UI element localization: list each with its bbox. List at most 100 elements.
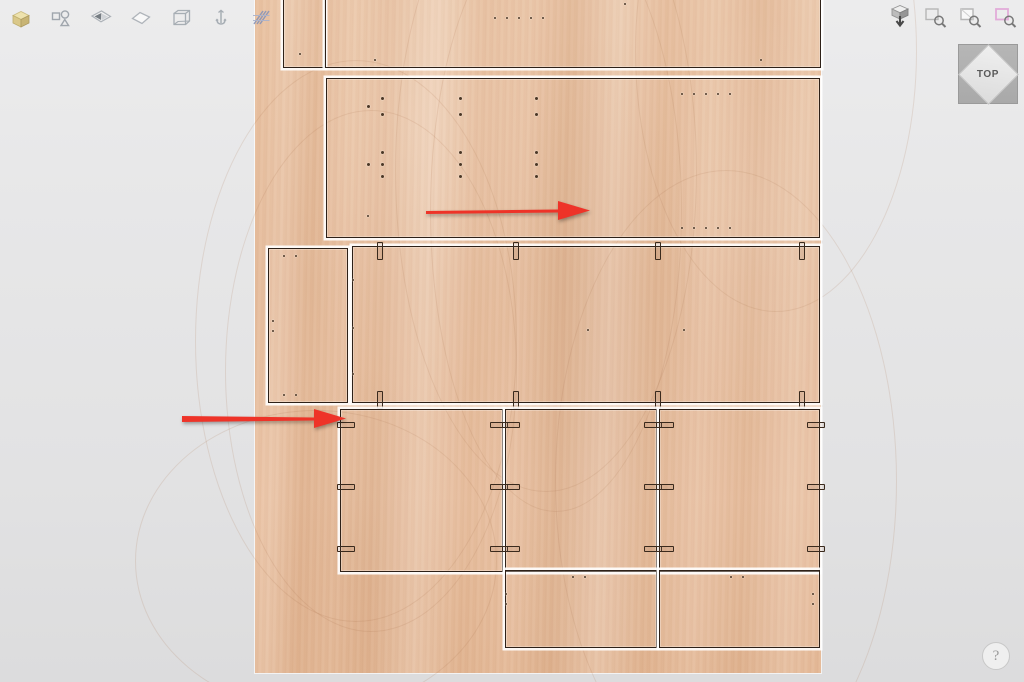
drill-hole	[812, 593, 815, 596]
drill-hole	[352, 327, 355, 330]
drill-hole	[705, 93, 708, 96]
drill-hole	[693, 93, 696, 96]
part-top-wide-panel[interactable]	[325, 0, 821, 68]
joint-slot	[377, 391, 383, 409]
drill-hole	[381, 113, 384, 116]
drill-hole	[381, 97, 384, 100]
material-swatch-icon[interactable]	[88, 6, 114, 32]
drill-hole	[683, 329, 686, 332]
layers-icon[interactable]	[248, 6, 274, 32]
drill-hole	[283, 255, 286, 258]
anchor-icon[interactable]	[208, 6, 234, 32]
drill-hole	[812, 603, 815, 606]
part-lower-side-a[interactable]	[337, 409, 508, 572]
part-mid-left-door[interactable]	[268, 248, 348, 403]
left-toolbar[interactable]	[0, 0, 284, 39]
joint-slot	[502, 546, 520, 552]
drill-hole	[535, 163, 538, 166]
drill-hole	[352, 373, 355, 376]
drill-hole	[742, 576, 745, 579]
joint-slot	[656, 422, 674, 428]
part-mid-wide-shelf[interactable]	[352, 242, 820, 409]
part-lower-side-b[interactable]	[502, 409, 662, 572]
drill-hole	[681, 93, 684, 96]
view-orientation-cube[interactable]: TOP	[957, 43, 1019, 105]
drill-hole	[587, 329, 590, 332]
joint-slot	[337, 422, 355, 428]
drill-hole	[367, 105, 370, 108]
drill-hole	[283, 394, 286, 397]
part-upper-long-panel[interactable]	[326, 78, 820, 238]
joint-slot	[807, 484, 825, 490]
wireframe-cube-icon[interactable]	[168, 6, 194, 32]
drill-hole	[295, 394, 298, 397]
zoom-selection-icon[interactable]	[992, 4, 1018, 30]
cad-viewport[interactable]: TOP ?	[0, 0, 1024, 682]
drill-hole	[505, 603, 508, 606]
part-bottom-panel-a[interactable]	[505, 570, 657, 648]
drill-hole	[459, 113, 462, 116]
drill-hole	[506, 17, 509, 20]
drill-hole	[505, 593, 508, 596]
joint-slot	[807, 546, 825, 552]
view-cube-label: TOP	[976, 68, 1000, 80]
joint-slot	[799, 242, 805, 260]
joint-slot	[513, 391, 519, 409]
joint-slot	[656, 484, 674, 490]
drill-hole	[374, 59, 377, 62]
zoom-window-icon[interactable]	[922, 4, 948, 30]
drill-hole	[693, 227, 696, 230]
drill-hole	[530, 17, 533, 20]
drill-hole	[705, 227, 708, 230]
joint-slot	[337, 484, 355, 490]
shaded-cube-down-icon[interactable]	[887, 4, 913, 30]
drill-hole	[572, 576, 575, 579]
joint-slot	[655, 242, 661, 260]
drill-hole	[381, 151, 384, 154]
drill-hole	[624, 3, 627, 6]
drill-hole	[717, 227, 720, 230]
part-lower-side-c[interactable]	[656, 409, 825, 572]
drill-hole	[760, 59, 763, 62]
plane-icon[interactable]	[128, 6, 154, 32]
drill-hole	[518, 17, 521, 20]
drill-hole	[730, 576, 733, 579]
drill-hole	[494, 17, 497, 20]
drill-hole	[381, 163, 384, 166]
drill-hole	[729, 93, 732, 96]
drill-hole	[299, 53, 302, 56]
part-bottom-panel-b[interactable]	[659, 570, 820, 648]
drill-hole	[535, 151, 538, 154]
joint-slot	[502, 484, 520, 490]
joint-slot	[513, 242, 519, 260]
right-toolbar[interactable]	[887, 2, 1018, 32]
joint-slot	[655, 391, 661, 409]
drill-hole	[535, 175, 538, 178]
part-top-small-strip[interactable]	[283, 0, 325, 68]
drill-hole	[717, 93, 720, 96]
drill-hole	[535, 97, 538, 100]
drill-hole	[459, 151, 462, 154]
drill-hole	[367, 163, 370, 166]
joint-slot	[807, 422, 825, 428]
drill-hole	[681, 227, 684, 230]
plywood-sheet[interactable]	[135, 0, 917, 682]
shapes-icon[interactable]	[48, 6, 74, 32]
zoom-extents-icon[interactable]	[957, 4, 983, 30]
joint-slot	[799, 391, 805, 409]
drill-hole	[381, 175, 384, 178]
drill-hole	[459, 163, 462, 166]
drill-hole	[584, 576, 587, 579]
drill-hole	[542, 17, 545, 20]
drill-hole	[459, 97, 462, 100]
drill-hole	[459, 175, 462, 178]
joint-slot	[377, 242, 383, 260]
joint-slot	[502, 422, 520, 428]
help-button[interactable]: ?	[982, 642, 1010, 670]
joint-slot	[337, 546, 355, 552]
drill-hole	[295, 255, 298, 258]
solid-cube-icon[interactable]	[8, 6, 34, 32]
drill-hole	[352, 279, 355, 282]
drill-hole	[272, 330, 275, 333]
drill-hole	[729, 227, 732, 230]
